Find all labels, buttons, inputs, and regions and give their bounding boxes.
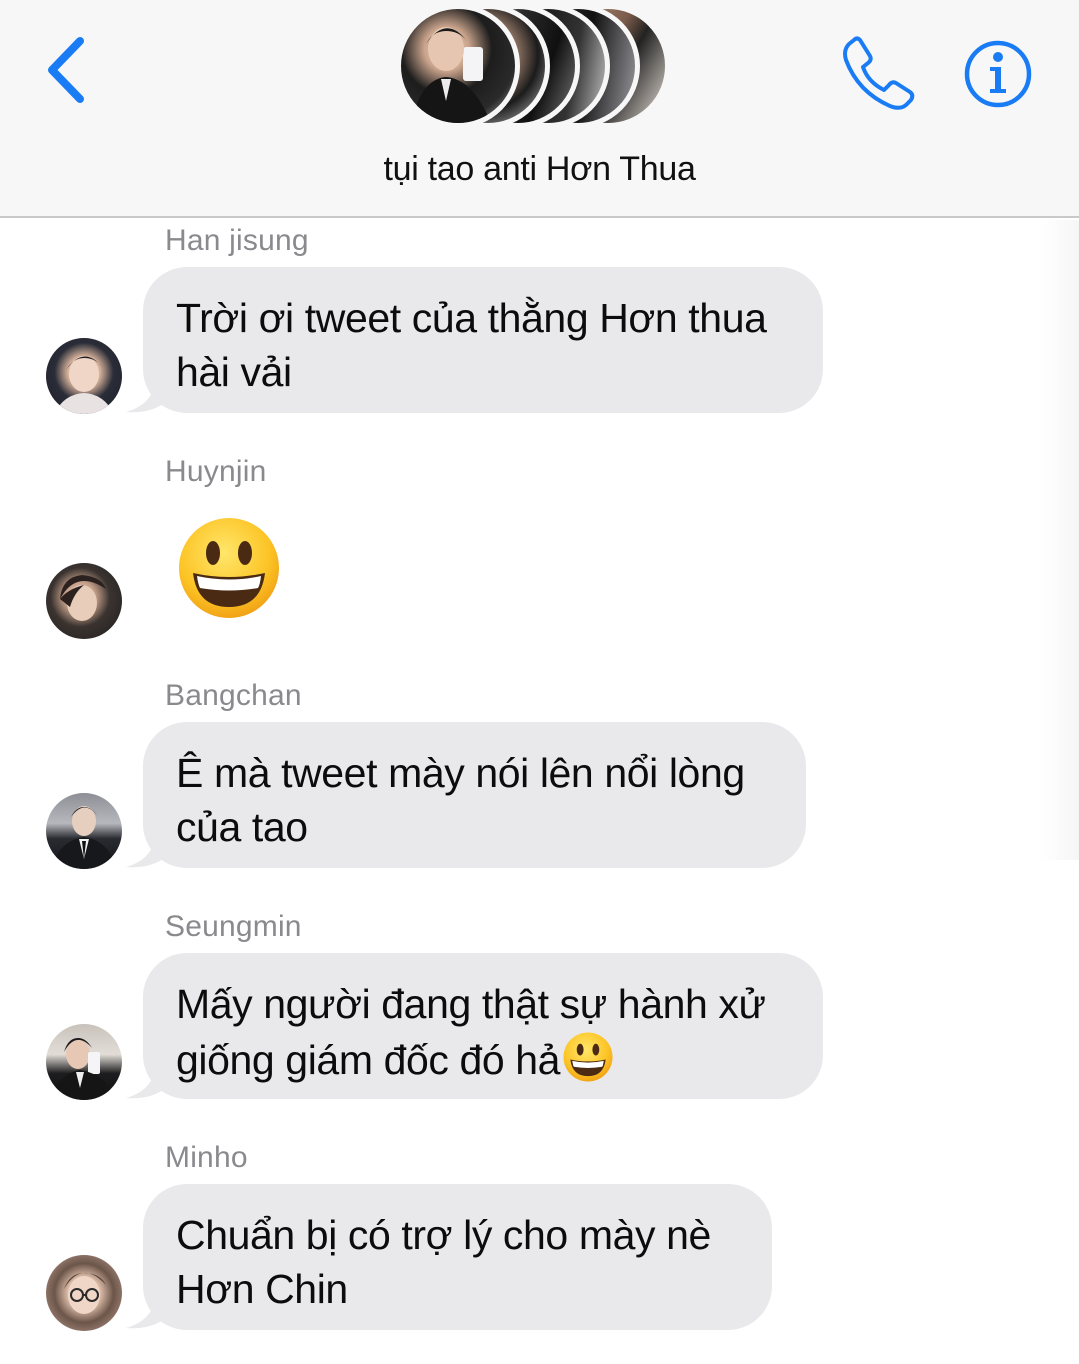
sender-name: Huynjin — [165, 455, 267, 488]
avatar-figure — [52, 806, 116, 869]
message-bubble[interactable]: Trời ơi tweet của thằng Hơn thua hài vải — [143, 267, 823, 413]
avatar — [396, 4, 520, 128]
sender-name: Bangchan — [165, 679, 302, 712]
avatar-figure — [54, 356, 114, 414]
message-text-line-with-emoji: giống giám đốc đó hả — [176, 1031, 789, 1087]
message-bubble[interactable]: Ê mà tweet mày nói lên nổi lòng của tao — [143, 722, 806, 868]
message-text-line: Hơn Chin — [176, 1266, 348, 1312]
group-avatar-stack[interactable] — [396, 0, 686, 130]
message-bubble[interactable]: Chuẩn bị có trợ lý cho mày nè Hơn Chin — [143, 1184, 772, 1330]
message-text-line: Trời ơi tweet của thằng Hơn thua — [176, 295, 767, 341]
message-bubble[interactable]: Mấy người đang thật sự hành xử giống giá… — [143, 953, 823, 1099]
avatar-figure — [60, 575, 106, 621]
avatar[interactable] — [46, 563, 122, 639]
back-button[interactable] — [36, 30, 96, 110]
message-text-line: hài vải — [176, 349, 292, 395]
info-button[interactable] — [958, 34, 1038, 114]
avatar[interactable] — [46, 1255, 122, 1331]
avatar[interactable] — [46, 793, 122, 869]
grinning-face-emoji — [563, 1032, 613, 1082]
chat-header: tụi tao anti Hơn Thua — [0, 0, 1079, 218]
selfie-figure — [411, 27, 491, 123]
avatar[interactable] — [46, 338, 122, 414]
sender-name: Minho — [165, 1141, 248, 1174]
call-button[interactable] — [838, 30, 922, 114]
message-text-fragment: giống giám đốc đó hả — [176, 1037, 561, 1083]
scroll-edge — [1039, 220, 1079, 860]
chevron-left-icon — [48, 37, 84, 103]
sender-name: Seungmin — [165, 910, 302, 943]
chat-screen: tụi tao anti Hơn Thua Han jisung Trời ơi… — [0, 0, 1079, 1364]
message-text-line: Chuẩn bị có trợ lý cho mày nè — [176, 1212, 711, 1258]
group-name[interactable]: tụi tao anti Hơn Thua — [0, 150, 1079, 189]
avatar[interactable] — [46, 1024, 122, 1100]
avatar-figure — [64, 1272, 106, 1314]
message-text-line: Ê mà tweet mày nói lên nổi lòng — [176, 750, 745, 796]
avatar-figure — [50, 1038, 116, 1100]
sender-name: Han jisung — [165, 224, 309, 257]
message-text-line: Mấy người đang thật sự hành xử — [176, 981, 766, 1027]
phone-icon — [843, 36, 915, 110]
info-circle-icon — [964, 40, 1032, 108]
message-text-line: của tao — [176, 804, 308, 850]
grinning-face-emoji[interactable] — [176, 515, 282, 621]
